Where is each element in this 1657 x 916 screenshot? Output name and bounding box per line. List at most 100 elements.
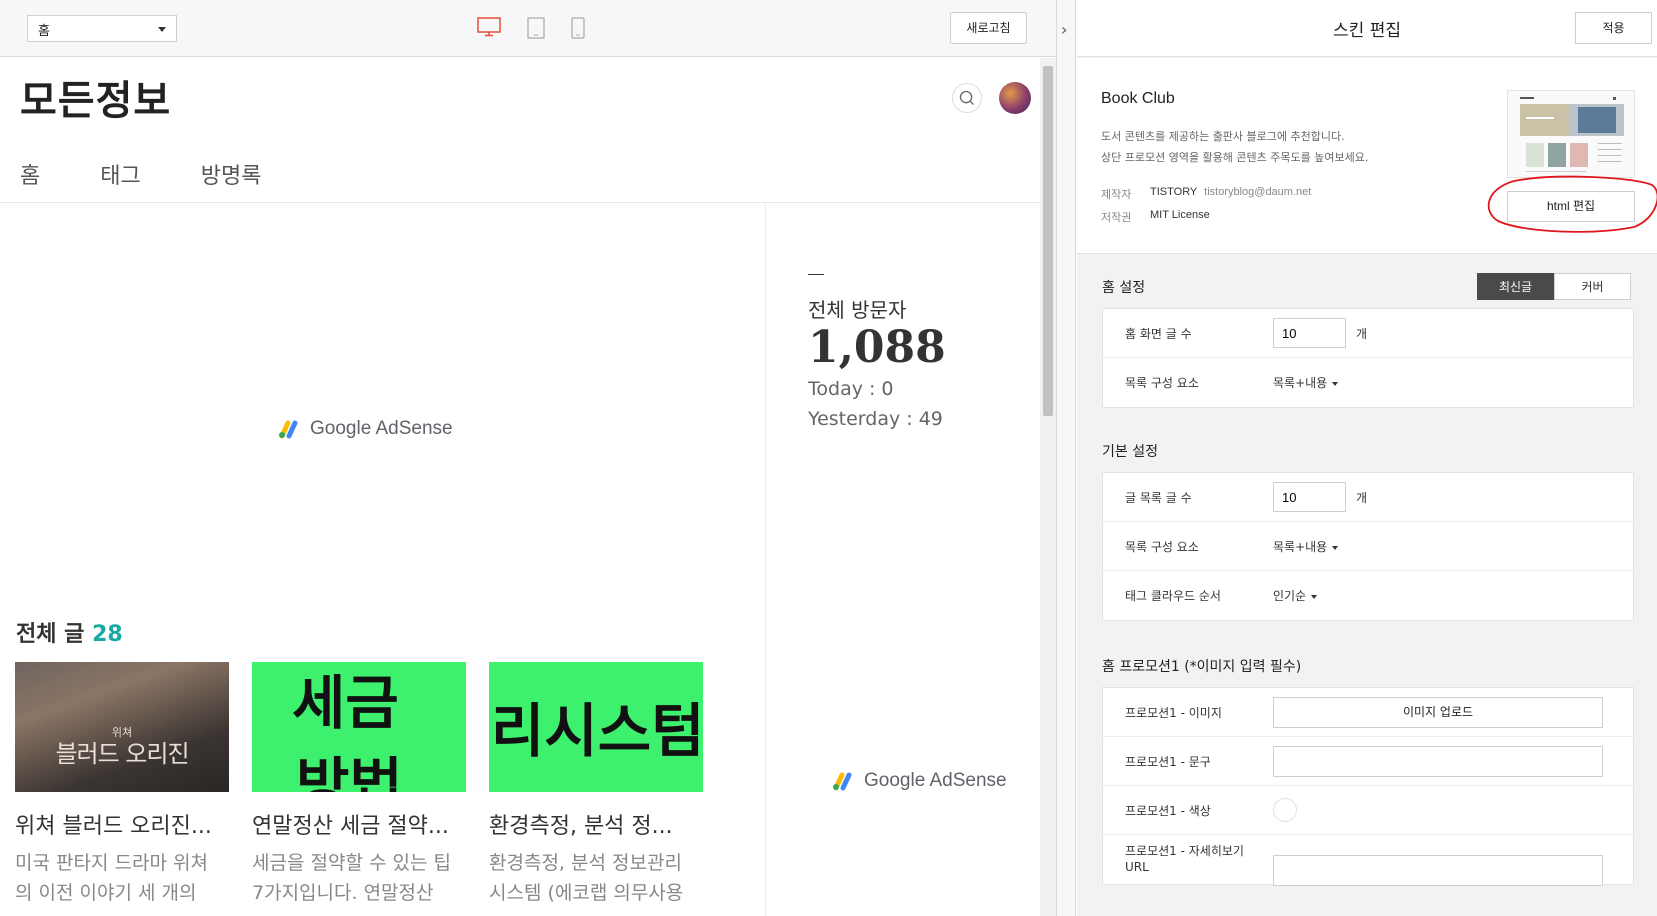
author-name: TISTORY — [1150, 186, 1198, 198]
row-label: 프로모션1 - 이미지 — [1125, 706, 1222, 720]
color-picker[interactable] — [1273, 798, 1297, 822]
post-excerpt: 미국 판타지 드라마 위쳐 의 이전 이야기 세 개의 — [15, 852, 208, 904]
preview-scrollbar[interactable] — [1040, 58, 1056, 916]
home-post-count-input[interactable] — [1273, 318, 1346, 348]
all-posts-heading: 전체 글 28 — [16, 616, 123, 648]
post-card[interactable]: 리시스텀 환경측정, 분석 정... 환경측정, 분석 정보관리 시스템 (에코… — [489, 662, 703, 908]
post-card[interactable]: 위쳐 블러드 오리진 위쳐 블러드 오리진... 미국 판타지 드라마 위쳐 의… — [15, 662, 229, 908]
list-element-dropdown[interactable]: 목록+내용 — [1273, 538, 1339, 555]
home-mode-toggle: 최신글 커버 — [1477, 273, 1631, 300]
post-thumbnail[interactable]: 세금 방법 — [252, 662, 466, 792]
basic-settings-title: 기본 설정 — [1102, 444, 1158, 460]
chevron-down-icon — [1332, 381, 1339, 386]
visitor-yesterday: Yesterday : 49 — [808, 408, 943, 430]
nav-divider — [0, 202, 1040, 203]
image-upload-button[interactable]: 이미지 업로드 — [1273, 697, 1603, 728]
post-title[interactable]: 환경측정, 분석 정... — [489, 808, 703, 840]
chevron-down-icon — [158, 27, 166, 32]
post-thumbnail[interactable]: 위쳐 블러드 오리진 — [15, 662, 229, 792]
desktop-icon[interactable] — [477, 17, 501, 37]
thumbnail-caption: 블러드 오리진 — [55, 740, 189, 768]
blog-title[interactable]: 모든정보 — [20, 68, 171, 126]
thumbnail-caption: 방법 — [296, 751, 403, 792]
post-excerpt: 환경측정, 분석 정보관리 시스템 (에코랩 의무사용 — [489, 852, 684, 904]
dropdown-value: 인기순 — [1273, 589, 1307, 603]
post-excerpt: 세금을 절약할 수 있는 팁 7가지입니다. 연말정산 — [252, 852, 451, 904]
blog-nav-home[interactable]: 홈 — [20, 158, 40, 190]
skin-name: Book Club — [1101, 90, 1175, 107]
tag-cloud-order-dropdown[interactable]: 인기순 — [1273, 587, 1318, 604]
row-label: 프로모션1 - 문구 — [1125, 755, 1211, 769]
thumbnail-caption: 세금 — [292, 669, 399, 737]
all-posts-count: 28 — [92, 622, 123, 647]
adsense-label: Google AdSense — [864, 770, 1007, 791]
toggle-cover[interactable]: 커버 — [1554, 273, 1631, 300]
row-label: 목록 구성 요소 — [1125, 376, 1199, 390]
list-element-dropdown[interactable]: 목록+내용 — [1273, 374, 1339, 391]
adsense-banner-side[interactable]: Google AdSense — [832, 770, 1007, 792]
adsense-label: Google AdSense — [310, 418, 453, 439]
list-post-count-input[interactable] — [1273, 482, 1346, 512]
visitor-total: 1,088 — [808, 322, 946, 373]
author-value: TISTORY tistoryblog@daum.net — [1150, 186, 1311, 198]
skin-preview-thumbnail — [1507, 90, 1635, 178]
settings-row: 글 목록 글 수 개 — [1103, 473, 1633, 522]
settings-row: 프로모션1 - 색상 — [1103, 786, 1633, 835]
settings-row: 태그 클라우드 순서 인기순 — [1103, 571, 1633, 620]
author-label: 제작자 — [1101, 188, 1132, 201]
row-unit: 개 — [1356, 327, 1368, 341]
post-title[interactable]: 연말정산 세금 절약... — [252, 808, 466, 840]
adsense-banner-main[interactable]: Google AdSense — [278, 418, 453, 440]
preview-toolbar: 홈 새로고침 — [0, 0, 1056, 57]
post-thumbnail[interactable]: 리시스텀 — [489, 662, 703, 792]
row-unit: 개 — [1356, 491, 1368, 505]
toggle-latest[interactable]: 최신글 — [1477, 273, 1554, 300]
annotation-highlight — [1487, 175, 1657, 233]
page-select-value: 홈 — [38, 24, 50, 39]
blog-nav-tag[interactable]: 태그 — [100, 158, 140, 190]
settings-row: 프로모션1 - 자세히보기 URL — [1103, 835, 1633, 886]
search-icon[interactable] — [952, 83, 982, 113]
adsense-logo-icon — [833, 772, 852, 791]
home-settings-box: 홈 화면 글 수 개 목록 구성 요소 목록+내용 — [1102, 308, 1634, 408]
avatar[interactable] — [999, 82, 1031, 114]
promo-settings-box: 프로모션1 - 이미지 이미지 업로드 프로모션1 - 문구 프로모션1 - 색… — [1102, 687, 1634, 886]
license-value: MIT License — [1150, 209, 1210, 221]
settings-row: 프로모션1 - 문구 — [1103, 737, 1633, 786]
blog-nav: 홈 태그 방명록 — [20, 158, 261, 190]
settings-row: 목록 구성 요소 목록+내용 — [1103, 358, 1633, 407]
visitor-today: Today : 0 — [808, 378, 894, 400]
blog-nav-guestbook[interactable]: 방명록 — [201, 158, 262, 190]
chevron-down-icon — [1311, 594, 1318, 599]
blog-preview: 모든정보 홈 태그 방명록 Google AdSense 전체 방문자 1,08… — [0, 58, 1040, 916]
row-label: 태그 클라우드 순서 — [1125, 589, 1221, 603]
skin-description: 상단 프로모션 영역을 활용해 콘텐츠 주목도를 높여보세요. — [1101, 151, 1369, 164]
adsense-logo-icon — [279, 420, 298, 439]
row-label: 프로모션1 - 색상 — [1125, 804, 1211, 818]
dropdown-value: 목록+내용 — [1273, 540, 1328, 554]
dropdown-value: 목록+내용 — [1273, 376, 1328, 390]
sidebar-divider — [765, 203, 766, 916]
tablet-icon[interactable] — [527, 17, 545, 39]
refresh-button[interactable]: 새로고침 — [950, 12, 1027, 44]
row-label: 프로모션1 - 자세히보기 URL — [1125, 844, 1244, 874]
scrollbar-thumb[interactable] — [1043, 66, 1053, 416]
chevron-right-icon[interactable]: › — [1061, 20, 1067, 39]
home-settings-title: 홈 설정 — [1102, 280, 1146, 296]
chevron-down-icon — [1332, 545, 1339, 550]
page-select[interactable]: 홈 — [27, 15, 177, 42]
settings-row: 프로모션1 - 이미지 이미지 업로드 — [1103, 688, 1633, 737]
thumbnail-caption: 리시스텀 — [491, 697, 703, 765]
apply-button[interactable]: 적용 — [1575, 12, 1652, 44]
preview-pane: 홈 새로고침 모든정보 홈 태그 방명록 Google AdSense 전체 방… — [0, 0, 1056, 916]
editor-header: 스킨 편집 적용 — [1077, 0, 1657, 57]
mobile-icon[interactable] — [571, 17, 585, 39]
post-title[interactable]: 위쳐 블러드 오리진... — [15, 808, 229, 840]
editor-title: 스킨 편집 — [1333, 21, 1401, 41]
post-card[interactable]: 세금 방법 연말정산 세금 절약... 세금을 절약할 수 있는 팁 7가지입니… — [252, 662, 466, 908]
row-label: 홈 화면 글 수 — [1125, 327, 1192, 341]
promo-url-input[interactable] — [1273, 855, 1603, 886]
collapse-panel-button[interactable]: › — [1056, 0, 1076, 916]
promo-text-input[interactable] — [1273, 746, 1603, 777]
basic-settings-box: 글 목록 글 수 개 목록 구성 요소 목록+내용 태그 클라우드 순서 인기순 — [1102, 472, 1634, 621]
